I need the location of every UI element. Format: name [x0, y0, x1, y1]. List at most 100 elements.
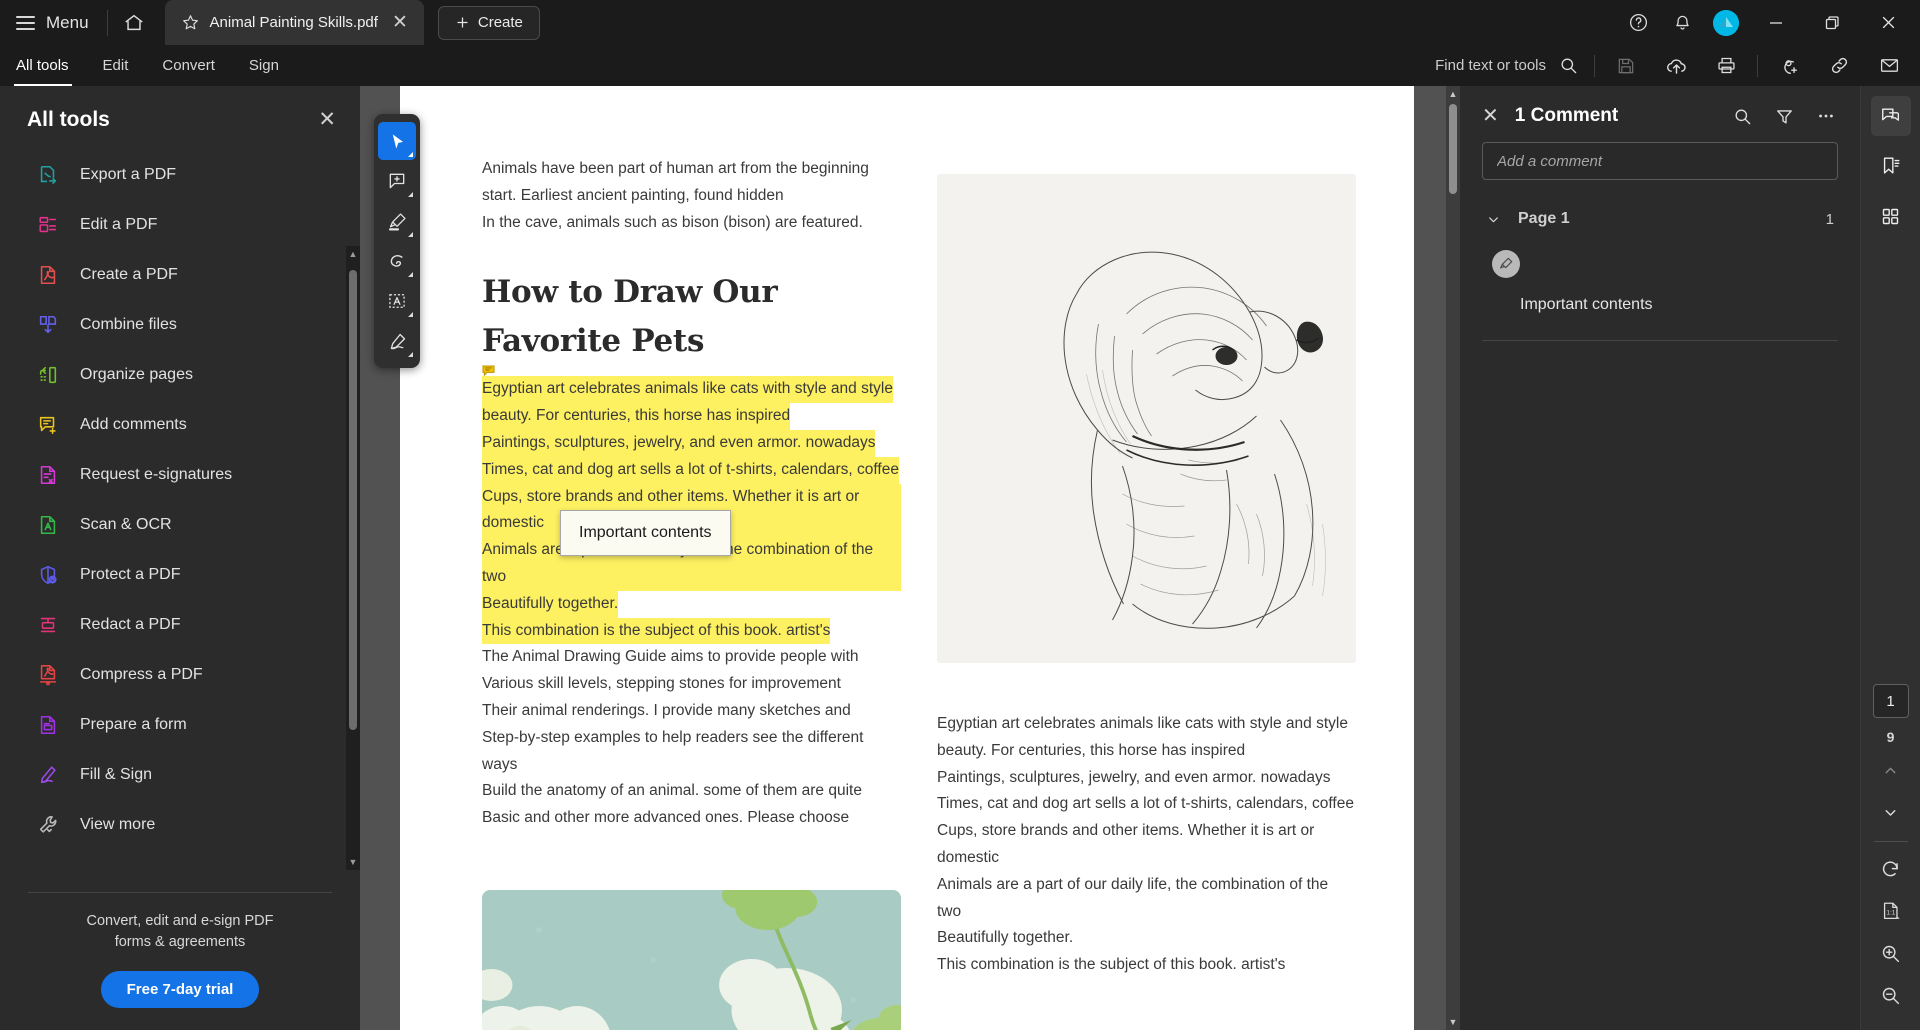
- sign-tool-button[interactable]: [378, 322, 416, 360]
- tool-export-a-pdf[interactable]: Export a PDF: [0, 150, 360, 200]
- main-body: All tools ✕ Export a PDF Edit a PDF Crea…: [0, 86, 1920, 1030]
- maximize-button[interactable]: [1804, 0, 1860, 45]
- rotate-icon: [1880, 859, 1901, 880]
- comments-filter-icon[interactable]: [1772, 104, 1796, 128]
- tab-sign[interactable]: Sign: [232, 45, 296, 86]
- document-scrollbar[interactable]: ▲ ▼: [1446, 86, 1460, 1030]
- tool-redact-a-pdf[interactable]: Redact a PDF: [0, 600, 360, 650]
- zoom-in-button[interactable]: [1871, 932, 1911, 974]
- tool-prepare-a-form[interactable]: Prepare a form: [0, 700, 360, 750]
- tab-all-tools[interactable]: All tools: [0, 45, 86, 86]
- combine-files-icon: [36, 313, 60, 337]
- panel-close-icon[interactable]: ✕: [314, 105, 340, 134]
- select-tool-button[interactable]: [378, 122, 416, 160]
- tab-close-icon[interactable]: ✕: [388, 13, 412, 32]
- minimize-button[interactable]: [1748, 0, 1804, 45]
- find-text-or-tools-button[interactable]: Find text or tools: [1435, 56, 1588, 75]
- fit-page-button[interactable]: 1:1: [1871, 890, 1911, 932]
- highlighter-icon: [387, 211, 408, 232]
- tool-add-comments[interactable]: Add comments: [0, 400, 360, 450]
- sticky-note-icon[interactable]: [482, 365, 495, 377]
- comments-group-page-1[interactable]: Page 1 1: [1482, 180, 1838, 228]
- help-button[interactable]: [1616, 0, 1660, 45]
- left-panel-scrollbar[interactable]: ▲ ▼: [346, 246, 360, 870]
- copy-link-button[interactable]: [1814, 45, 1864, 86]
- scrollbar-thumb[interactable]: [349, 270, 357, 730]
- create-button[interactable]: Create: [437, 5, 540, 40]
- chevron-down-icon[interactable]: [1486, 212, 1501, 227]
- title-bar-right: [1616, 0, 1920, 45]
- user-avatar: [1713, 9, 1739, 36]
- doc-scroll-up-icon[interactable]: ▲: [1446, 86, 1460, 102]
- menu-button[interactable]: Menu: [0, 0, 103, 45]
- protect-pdf-icon: [36, 563, 60, 587]
- share-button[interactable]: [1764, 45, 1814, 86]
- right-body-line-1: Egyptian art celebrates animals like cat…: [937, 715, 1348, 732]
- close-window-button[interactable]: [1860, 0, 1916, 45]
- zoom-out-button[interactable]: [1871, 974, 1911, 1016]
- tool-create-a-pdf[interactable]: Create a PDF: [0, 250, 360, 300]
- upload-cloud-button[interactable]: [1651, 45, 1701, 86]
- draw-tool-button[interactable]: [378, 242, 416, 280]
- body-line-6: Basic and other more advanced ones. Plea…: [482, 809, 850, 827]
- chevron-corner-icon: [408, 352, 413, 357]
- next-page-button[interactable]: [1871, 795, 1911, 829]
- bookmarks-panel-button[interactable]: [1871, 146, 1911, 186]
- star-icon[interactable]: [181, 13, 200, 32]
- trial-promo: Convert, edit and e-sign PDF forms & agr…: [0, 893, 360, 1030]
- tool-view-more[interactable]: View more: [0, 800, 360, 850]
- free-trial-button[interactable]: Free 7-day trial: [100, 971, 260, 1008]
- tool-combine-files[interactable]: Combine files: [0, 300, 360, 350]
- tab-edit[interactable]: Edit: [86, 45, 146, 86]
- tool-organize-pages[interactable]: Organize pages: [0, 350, 360, 400]
- chevron-corner-icon: [408, 152, 413, 157]
- comments-panel: ✕ 1 Comment Add a comment Page 1 1 Impor…: [1460, 86, 1860, 1030]
- comments-title: 1 Comment: [1514, 105, 1619, 126]
- tool-protect-a-pdf[interactable]: Protect a PDF: [0, 550, 360, 600]
- create-label: Create: [477, 14, 523, 31]
- comments-search-icon[interactable]: [1730, 104, 1754, 128]
- home-button[interactable]: [112, 0, 156, 45]
- scroll-up-icon[interactable]: ▲: [346, 246, 360, 262]
- add-comment-tool-button[interactable]: [378, 162, 416, 200]
- document-tab[interactable]: Animal Painting Skills.pdf ✕: [164, 0, 424, 45]
- email-button[interactable]: [1864, 45, 1914, 86]
- tool-request-e-signatures[interactable]: Request e-signatures: [0, 450, 360, 500]
- previous-page-button[interactable]: [1871, 753, 1911, 787]
- organize-pages-icon: [36, 363, 60, 387]
- doc-scrollbar-thumb[interactable]: [1449, 104, 1457, 194]
- chevron-up-icon: [1882, 762, 1899, 779]
- page-columns: Animals have been part of human art from…: [482, 156, 1356, 1030]
- tool-fill-and-sign[interactable]: Fill & Sign: [0, 750, 360, 800]
- tool-edit-a-pdf[interactable]: Edit a PDF: [0, 200, 360, 250]
- wrench-chevron-icon: [36, 813, 60, 837]
- tool-compress-a-pdf[interactable]: Compress a PDF: [0, 650, 360, 700]
- close-window-icon: [1880, 14, 1897, 31]
- comments-panel-button[interactable]: [1870, 96, 1911, 136]
- thumbnails-panel-button[interactable]: [1871, 196, 1911, 236]
- scroll-down-icon[interactable]: ▼: [346, 854, 360, 870]
- highlighted-block[interactable]: Egyptian art celebrates animals like cat…: [482, 365, 901, 645]
- notifications-button[interactable]: [1660, 0, 1704, 45]
- intro-line-3: In the cave, animals such as bison (biso…: [482, 213, 863, 231]
- account-avatar-button[interactable]: [1704, 0, 1748, 45]
- add-text-tool-button[interactable]: [378, 282, 416, 320]
- tab-convert[interactable]: Convert: [145, 45, 232, 86]
- highlight-tool-button[interactable]: [378, 202, 416, 240]
- comments-close-icon[interactable]: ✕: [1482, 106, 1499, 126]
- svg-text:1:1: 1:1: [1886, 910, 1895, 917]
- add-comment-input[interactable]: [1482, 142, 1838, 180]
- comments-group-count: 1: [1825, 210, 1834, 228]
- save-button[interactable]: [1601, 45, 1651, 86]
- current-page-box[interactable]: 1: [1872, 684, 1909, 718]
- comment-item[interactable]: Important contents: [1482, 228, 1838, 314]
- print-button[interactable]: [1701, 45, 1751, 86]
- comments-actions: [1730, 104, 1838, 128]
- tool-label: View more: [80, 816, 156, 833]
- tool-scan-and-ocr[interactable]: Scan & OCR: [0, 500, 360, 550]
- prepare-form-icon: [36, 713, 60, 737]
- highlight-line-1: Egyptian art celebrates animals like cat…: [482, 376, 893, 404]
- rotate-view-button[interactable]: [1871, 848, 1911, 890]
- comments-more-icon[interactable]: [1814, 104, 1838, 128]
- doc-scroll-down-icon[interactable]: ▼: [1446, 1014, 1460, 1030]
